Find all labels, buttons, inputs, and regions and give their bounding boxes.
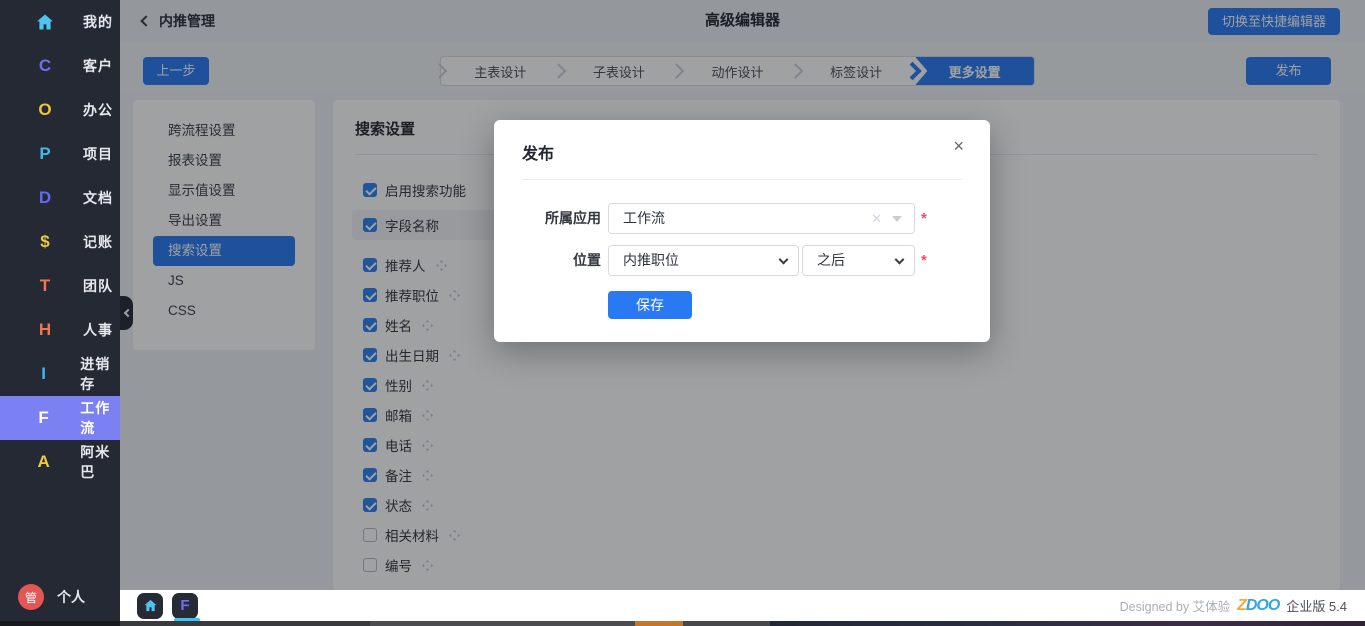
module-icon: D [33,186,57,210]
sidebar: 我的 C 客户 O 办公 [0,0,120,626]
clear-icon[interactable]: ✕ [871,204,882,233]
module-icon: T [33,274,57,298]
modal-title: 发布 [522,140,554,164]
app-select-value: 工作流 [623,210,665,226]
sidebar-item-label: 客户 [83,56,113,76]
sidebar-item[interactable]: H 人事 [0,308,120,352]
sidebar-item-label: 项目 [83,144,113,164]
chevron-down-icon [895,254,905,264]
relative-position-select[interactable]: 之后 [802,245,915,276]
position-select-value: 内推职位 [623,252,679,268]
home-icon [143,598,158,613]
dock-workflow-button[interactable]: F [172,593,198,619]
app-field-row: 所属应用 工作流 ✕ * [494,203,990,234]
relative-position-value: 之后 [817,252,845,268]
sidebar-item-label: 阿米巴 [80,442,120,482]
sidebar-item[interactable]: O 办公 [0,88,120,132]
caret-down-icon [892,216,902,222]
designed-by-text: Designed by 艾体验 [1120,596,1230,615]
edition-text: 企业版 5.4 [1286,596,1347,615]
user-label: 个人 [57,587,85,607]
footer-branding: Designed by 艾体验 ZDOO 企业版 5.4 [1120,596,1347,615]
sidebar-item[interactable]: C 客户 [0,44,120,88]
sidebar-item-label: 工作流 [80,398,120,438]
module-icon: P [33,142,57,166]
sidebar-item[interactable]: F 工作流 [0,396,120,440]
sidebar-item[interactable]: T 团队 [0,264,120,308]
sidebar-item[interactable]: 我的 [0,0,120,44]
home-icon [35,12,55,32]
sidebar-item-label: 人事 [83,320,113,340]
sidebar-item-label: 办公 [83,100,113,120]
module-icon [33,10,57,34]
chevron-down-icon [779,254,789,264]
sidebar-item[interactable]: P 项目 [0,132,120,176]
sidebar-item[interactable]: D 文档 [0,176,120,220]
app-field-label: 所属应用 [494,203,601,234]
app-select-input[interactable]: 工作流 ✕ [608,203,915,234]
module-icon: I [33,362,54,386]
module-icon: H [33,318,57,342]
app-root: 我的 C 客户 O 办公 [0,0,1365,626]
required-marker: * [921,245,927,276]
module-icon: O [33,98,57,122]
footer-bar: F Designed by 艾体验 ZDOO 企业版 5.4 [120,590,1365,621]
close-icon[interactable]: × [953,136,964,157]
workflow-icon: F [180,597,189,614]
module-icon: F [33,406,54,430]
sidebar-item[interactable]: A 阿米巴 [0,440,120,484]
sidebar-item-label: 团队 [83,276,113,296]
zdoo-logo: ZDOO [1237,597,1279,615]
divider [522,179,962,180]
sidebar-item[interactable]: $ 记账 [0,220,120,264]
sidebar-user[interactable]: 管 个人 [0,584,120,610]
sidebar-item-label: 记账 [83,232,113,252]
position-field-label: 位置 [494,245,601,276]
publish-modal: 发布 × 所属应用 工作流 ✕ * 位置 内推职位 之后 * 保存 [494,120,990,342]
save-button[interactable]: 保存 [608,291,692,319]
sidebar-item-label: 我的 [83,12,113,32]
position-field-row: 位置 内推职位 之后 * [494,245,990,276]
sidebar-item-label: 进销存 [80,354,120,394]
module-icon: C [33,54,57,78]
module-icon: $ [33,230,57,254]
module-icon: A [33,450,54,474]
avatar: 管 [18,584,44,610]
position-select[interactable]: 内推职位 [608,245,799,276]
sidebar-item[interactable]: I 进销存 [0,352,120,396]
bottom-strip [0,621,1365,626]
required-marker: * [921,203,927,234]
dock-home-button[interactable] [137,593,163,619]
sidebar-item-label: 文档 [83,188,113,208]
